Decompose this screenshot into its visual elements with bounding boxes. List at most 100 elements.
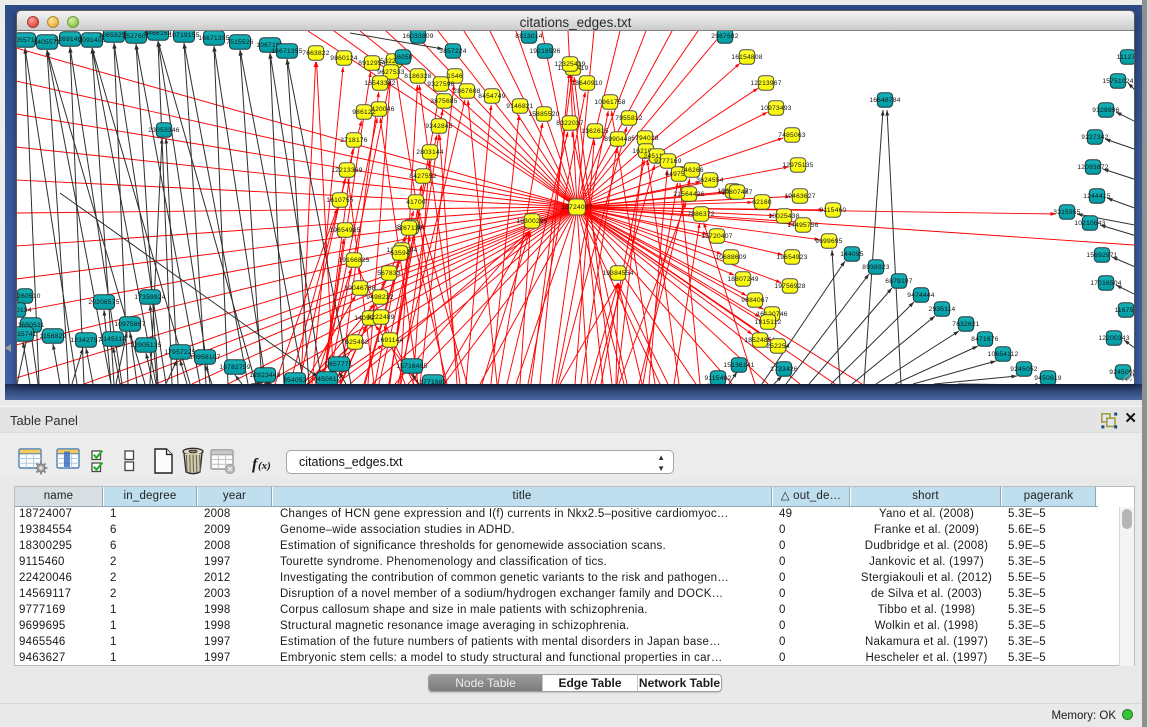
svg-text:2803144: 2803144 (416, 149, 444, 156)
svg-text:16782759: 16782759 (219, 364, 250, 371)
svg-text:17359924: 17359924 (134, 294, 165, 301)
svg-text:15885520: 15885520 (528, 111, 559, 118)
svg-text:9777169: 9777169 (654, 158, 682, 165)
svg-text:12213369: 12213369 (331, 167, 362, 174)
svg-text:8471676: 8471676 (971, 336, 999, 343)
svg-text:9450619: 9450619 (1034, 375, 1062, 382)
svg-text:2935114: 2935114 (929, 306, 956, 313)
svg-text:10654112: 10654112 (988, 351, 1019, 358)
svg-text:9627533: 9627533 (377, 69, 405, 76)
svg-text:12905135: 12905135 (130, 342, 161, 349)
svg-text:16648784: 16648784 (869, 97, 900, 104)
svg-text:6879197: 6879197 (885, 278, 913, 285)
svg-text:12923448: 12923448 (249, 372, 280, 379)
svg-text:16543382: 16543382 (364, 80, 395, 87)
svg-text:567833: 567833 (377, 270, 401, 277)
svg-text:53594: 53594 (390, 250, 410, 257)
svg-text:15716485: 15716485 (396, 363, 427, 370)
svg-text:9850134: 9850134 (17, 307, 32, 314)
svg-text:10046788: 10046788 (344, 285, 375, 292)
svg-text:9329996: 9329996 (1092, 107, 1120, 114)
svg-text:19166825: 19166825 (338, 257, 369, 264)
svg-text:9327598: 9327598 (427, 81, 455, 88)
svg-text:1145114: 1145114 (100, 336, 127, 343)
svg-text:3624554: 3624554 (696, 177, 724, 184)
svg-text:19654923: 19654923 (776, 254, 807, 261)
svg-text:9450612: 9450612 (313, 376, 341, 383)
svg-text:9657771: 9657771 (325, 361, 353, 368)
svg-text:9860124: 9860124 (330, 55, 358, 62)
svg-text:18300295: 18300295 (516, 218, 547, 225)
svg-text:21564436: 21564436 (673, 191, 704, 198)
svg-text:986122: 986122 (352, 109, 376, 116)
svg-text:10958107: 10958107 (189, 354, 220, 361)
svg-text:2867608: 2867608 (453, 88, 481, 95)
svg-text:1546: 1546 (447, 73, 463, 80)
svg-text:8990448: 8990448 (604, 136, 632, 143)
svg-text:8427552: 8427552 (409, 173, 437, 180)
svg-text:954052: 954052 (283, 377, 307, 384)
svg-text:12200343: 12200343 (1098, 335, 1129, 342)
svg-text:7955812: 7955812 (615, 115, 643, 122)
svg-text:14495756: 14495756 (787, 222, 818, 229)
svg-text:1244415: 1244415 (1083, 193, 1111, 200)
svg-text:3857224: 3857224 (439, 48, 467, 55)
svg-text:10688609: 10688609 (715, 254, 746, 261)
svg-text:1771683: 1771683 (419, 379, 447, 384)
svg-text:3875685: 3875685 (430, 98, 458, 105)
svg-text:3267130: 3267130 (395, 225, 423, 232)
svg-text:9227342: 9227342 (1081, 134, 1109, 141)
svg-text:7485063: 7485063 (778, 132, 806, 139)
svg-text:111278: 111278 (1117, 54, 1134, 61)
svg-text:9245052: 9245052 (1010, 366, 1038, 373)
svg-text:18724007: 18724007 (561, 204, 592, 211)
svg-text:16058: 16058 (393, 54, 413, 61)
svg-text:16154808: 16154808 (731, 54, 762, 61)
svg-text:3215955: 3215955 (1053, 209, 1081, 216)
svg-text:12213967: 12213967 (750, 80, 781, 87)
svg-text:144095: 144095 (840, 251, 864, 258)
svg-text:10210643: 10210643 (1074, 220, 1105, 227)
svg-text:9242845: 9242845 (425, 123, 453, 130)
svg-text:62160: 62160 (752, 199, 772, 206)
svg-text:10975867: 10975867 (114, 321, 145, 328)
svg-text:9115460: 9115460 (820, 207, 847, 214)
svg-text:17016504: 17016504 (1090, 280, 1121, 287)
svg-text:12325419: 12325419 (554, 61, 585, 68)
svg-text:16033809: 16033809 (402, 33, 433, 40)
svg-text:8322037: 8322037 (556, 120, 584, 127)
svg-text:746266: 746266 (680, 167, 704, 174)
svg-text:8222489: 8222489 (367, 314, 395, 321)
svg-text:2718176: 2718176 (340, 137, 368, 144)
svg-text:116753: 116753 (1114, 307, 1134, 314)
svg-text:1691144: 1691144 (377, 337, 404, 344)
svg-text:10973493: 10973493 (760, 105, 791, 112)
svg-text:9884067: 9884067 (741, 297, 769, 304)
svg-text:1815112: 1815112 (755, 319, 782, 326)
svg-text:9699695: 9699695 (815, 238, 843, 245)
svg-text:9474444: 9474444 (907, 292, 935, 299)
svg-text:16671355: 16671355 (198, 35, 229, 42)
svg-text:7625402: 7625402 (341, 339, 369, 346)
svg-text:8186328: 8186328 (404, 73, 432, 80)
svg-text:23053346: 23053346 (148, 127, 179, 134)
svg-text:10025438: 10025438 (768, 213, 799, 220)
svg-text:252254: 252254 (766, 343, 790, 350)
svg-text:12342757: 12342757 (70, 337, 101, 344)
svg-text:16671355: 16671355 (271, 48, 302, 55)
svg-text:3915741: 3915741 (17, 331, 37, 338)
svg-text:10961758: 10961758 (594, 99, 625, 106)
svg-text:15692971: 15692971 (1086, 252, 1117, 259)
svg-text:8938923: 8938923 (862, 264, 890, 271)
svg-text:10719155: 10719155 (168, 32, 199, 39)
svg-text:12975135: 12975135 (782, 162, 813, 169)
svg-text:19384554: 19384554 (602, 270, 633, 277)
svg-text:41700: 41700 (406, 199, 426, 206)
svg-text:9498222: 9498222 (366, 294, 394, 301)
svg-text:2987682: 2987682 (711, 33, 739, 40)
svg-text:7632621: 7632621 (952, 321, 980, 328)
svg-text:10807487: 10807487 (721, 189, 752, 196)
svg-text:9115462: 9115462 (705, 375, 732, 382)
svg-text:20206575: 20206575 (88, 299, 119, 306)
svg-text:26260510: 26260510 (17, 293, 41, 300)
